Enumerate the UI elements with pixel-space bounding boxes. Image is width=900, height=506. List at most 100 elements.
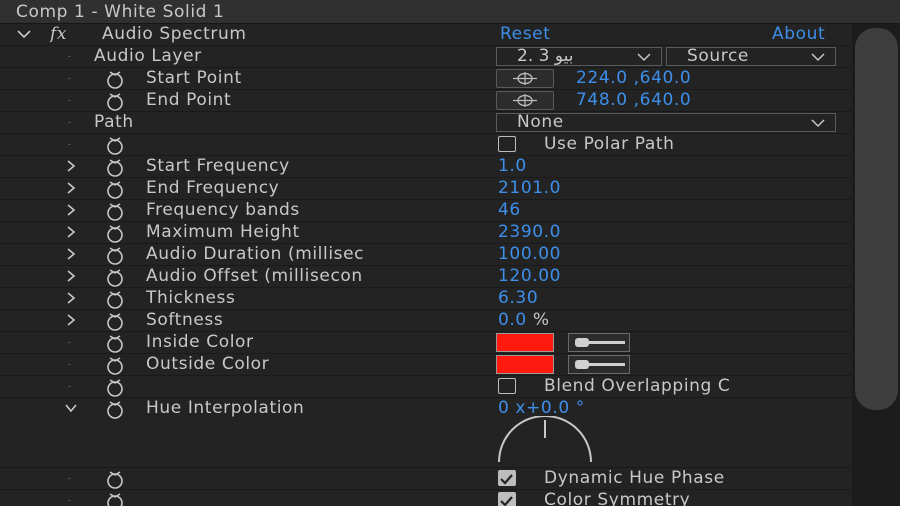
- start-point-value[interactable]: 224.0 ,640.0: [576, 68, 691, 88]
- stopwatch-icon[interactable]: [100, 179, 130, 199]
- eyedropper-button[interactable]: [568, 355, 630, 374]
- start-frequency-label: Start Frequency: [146, 156, 290, 176]
- maximum-height-row: Maximum Height 2390.0: [0, 222, 852, 244]
- thickness-value[interactable]: 6.30: [498, 288, 538, 308]
- color-symmetry-checkbox[interactable]: [498, 492, 516, 506]
- fx-icon[interactable]: fx: [50, 24, 67, 44]
- chevron-right-icon[interactable]: [64, 181, 78, 195]
- chevron-down-icon[interactable]: [16, 27, 32, 41]
- stopwatch-icon[interactable]: [100, 223, 130, 243]
- crosshair-icon: [513, 72, 537, 85]
- path-row: Path None: [0, 112, 852, 134]
- inside-color-row: Inside Color: [0, 332, 852, 354]
- row-indent-dot: [68, 500, 71, 501]
- end-point-value[interactable]: 748.0 ,640.0: [576, 90, 691, 110]
- end-point-row: End Point 748.0 ,640.0: [0, 90, 852, 112]
- chevron-down-icon[interactable]: [64, 401, 78, 415]
- start-point-label: Start Point: [146, 68, 242, 88]
- hue-interpolation-label: Hue Interpolation: [146, 398, 305, 418]
- thickness-row: Thickness 6.30: [0, 288, 852, 310]
- audio-layer-select[interactable]: 2. 3 بيو: [496, 47, 662, 66]
- panel-title-bar: Comp 1 - White Solid 1: [0, 0, 900, 24]
- chevron-right-icon[interactable]: [64, 159, 78, 173]
- end-frequency-value[interactable]: 2101.0: [498, 178, 561, 198]
- stopwatch-icon[interactable]: [100, 399, 130, 419]
- stopwatch-icon[interactable]: [100, 135, 130, 155]
- softness-value[interactable]: 0.0: [498, 310, 527, 330]
- point-picker-button[interactable]: [496, 69, 554, 88]
- checkmark-icon: [500, 496, 513, 506]
- outside-color-label: Outside Color: [146, 354, 270, 374]
- effect-name: Audio Spectrum: [102, 24, 247, 44]
- stopwatch-icon[interactable]: [100, 469, 130, 489]
- stopwatch-icon[interactable]: [100, 201, 130, 221]
- reset-link[interactable]: Reset: [500, 24, 551, 44]
- row-indent-dot: [68, 122, 71, 123]
- dynamic-hue-phase-checkbox[interactable]: [498, 470, 516, 486]
- use-polar-path-label: Use Polar Path: [544, 134, 675, 154]
- stopwatch-icon[interactable]: [100, 355, 130, 375]
- stopwatch-icon[interactable]: [100, 377, 130, 397]
- frequency-bands-row: Frequency bands 46: [0, 200, 852, 222]
- stopwatch-icon[interactable]: [100, 157, 130, 177]
- row-indent-dot: [68, 386, 71, 387]
- thickness-label: Thickness: [146, 288, 236, 308]
- inside-color-label: Inside Color: [146, 332, 254, 352]
- chevron-right-icon[interactable]: [64, 269, 78, 283]
- chevron-right-icon[interactable]: [64, 291, 78, 305]
- about-link[interactable]: About: [772, 24, 825, 44]
- softness-row: Softness 0.0 %: [0, 310, 852, 332]
- hue-interpolation-row: Hue Interpolation 0 x+0.0 °: [0, 398, 852, 468]
- use-polar-path-checkbox[interactable]: [498, 136, 516, 152]
- audio-duration-value[interactable]: 100.00: [498, 244, 561, 264]
- point-picker-button[interactable]: [496, 91, 554, 110]
- chevron-right-icon[interactable]: [64, 313, 78, 327]
- maximum-height-label: Maximum Height: [146, 222, 300, 242]
- blend-overlapping-checkbox[interactable]: [498, 378, 516, 394]
- row-indent-dot: [68, 56, 71, 57]
- chevron-right-icon[interactable]: [64, 225, 78, 239]
- chevron-right-icon[interactable]: [64, 247, 78, 261]
- eyedropper-icon: [575, 360, 625, 369]
- scrollbar-thumb[interactable]: [855, 28, 898, 410]
- crosshair-icon: [513, 94, 537, 107]
- stopwatch-icon[interactable]: [100, 245, 130, 265]
- path-select[interactable]: None: [496, 113, 836, 132]
- start-frequency-value[interactable]: 1.0: [498, 156, 527, 176]
- chevron-down-icon: [811, 53, 825, 62]
- frequency-bands-label: Frequency bands: [146, 200, 300, 220]
- stopwatch-icon[interactable]: [100, 267, 130, 287]
- dynamic-hue-phase-label: Dynamic Hue Phase: [544, 468, 725, 488]
- row-indent-dot: [68, 364, 71, 365]
- stopwatch-icon[interactable]: [100, 69, 130, 89]
- stopwatch-icon[interactable]: [100, 289, 130, 309]
- eyedropper-button[interactable]: [568, 333, 630, 352]
- chevron-right-icon[interactable]: [64, 203, 78, 217]
- use-polar-path-row: Use Polar Path: [0, 134, 852, 156]
- audio-layer-value: 2. 3 بيو: [517, 46, 574, 66]
- audio-layer-label: Audio Layer: [94, 46, 202, 66]
- audio-duration-label: Audio Duration (millisec: [146, 244, 365, 264]
- hue-interpolation-value[interactable]: 0 x+0.0 °: [498, 398, 585, 418]
- audio-offset-value[interactable]: 120.00: [498, 266, 561, 286]
- frequency-bands-value[interactable]: 46: [498, 200, 521, 220]
- stopwatch-icon[interactable]: [100, 311, 130, 331]
- outside-color-swatch[interactable]: [496, 355, 554, 374]
- audio-duration-row: Audio Duration (millisec 100.00: [0, 244, 852, 266]
- inside-color-swatch[interactable]: [496, 333, 554, 352]
- stopwatch-icon[interactable]: [100, 491, 130, 506]
- path-value: None: [517, 112, 564, 132]
- hue-angle-dial[interactable]: [497, 416, 593, 464]
- eyedropper-icon: [575, 338, 625, 347]
- stopwatch-icon[interactable]: [100, 333, 130, 353]
- panel-title: Comp 1 - White Solid 1: [16, 2, 225, 22]
- audio-source-select[interactable]: Source: [666, 47, 836, 66]
- start-frequency-row: Start Frequency 1.0: [0, 156, 852, 178]
- blend-overlapping-label: Blend Overlapping C: [544, 376, 731, 396]
- stopwatch-icon[interactable]: [100, 91, 130, 111]
- color-symmetry-label: Color Symmetry: [544, 490, 691, 506]
- audio-source-value: Source: [687, 46, 749, 66]
- audio-offset-label: Audio Offset (millisecon: [146, 266, 363, 286]
- maximum-height-value[interactable]: 2390.0: [498, 222, 561, 242]
- dynamic-hue-phase-row: Dynamic Hue Phase: [0, 468, 852, 490]
